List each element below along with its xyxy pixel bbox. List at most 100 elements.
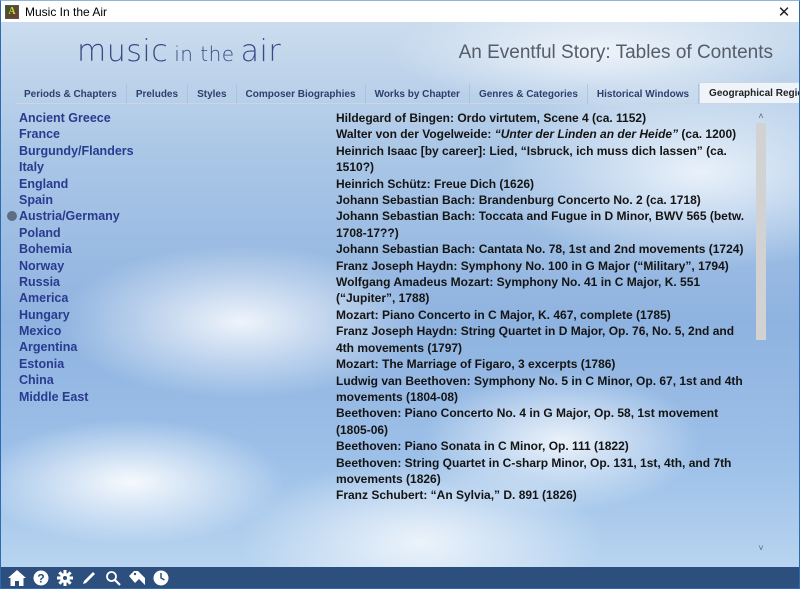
region-label: England [19,176,69,191]
tab-genres-categories[interactable]: Genres & Categories [470,84,588,104]
search-button[interactable] [101,567,125,588]
scroll-up-button[interactable]: ˄ [755,110,767,122]
chevron-down-icon: ˅ [758,543,764,553]
work-item[interactable]: Beethoven: String Quartet in C-sharp Min… [336,455,751,488]
works-scrollbar[interactable]: ˄ ˅ [755,110,767,554]
work-item[interactable]: Walter von der Vogelweide: “Unter der Li… [336,126,751,142]
region-item[interactable]: Hungary [19,307,199,323]
region-item[interactable]: Bohemia [19,241,199,257]
app-window: A Music In the Air ✕ music in the air An… [0,0,800,589]
scroll-thumb[interactable] [756,123,766,340]
region-item[interactable]: Ancient Greece [19,110,199,126]
close-icon: ✕ [777,3,791,21]
work-item[interactable]: Heinrich Schütz: Freue Dich (1626) [336,176,751,192]
region-label: Ancient Greece [19,111,111,125]
work-item[interactable]: Franz Joseph Haydn: Symphony No. 100 in … [336,258,751,274]
region-label: Middle East [19,389,89,404]
region-label: Burgundy/Flanders [19,143,134,158]
region-item[interactable]: Russia [19,274,199,290]
bookmark-tag-icon [129,571,145,585]
region-label: Mexico [19,324,62,339]
work-text-pre: Johann Sebastian Bach: Brandenburg Conce… [336,193,701,208]
tab-preludes[interactable]: Preludes [127,84,189,104]
region-item[interactable]: Mexico [19,323,199,339]
region-item[interactable]: Austria/Germany [7,208,199,224]
work-item[interactable]: Ludwig van Beethoven: Symphony No. 5 in … [336,373,751,406]
region-label: Russia [19,274,60,289]
region-label: Spain [19,192,54,207]
region-item[interactable]: America [19,290,199,306]
bookmark-button[interactable] [125,567,149,588]
region-item[interactable]: Norway [19,258,199,274]
work-item[interactable]: Beethoven: Piano Concerto No. 4 in G Maj… [336,405,751,438]
logo-word-inthe: in the [174,42,235,66]
gear-icon [57,570,73,586]
app-icon: A [5,4,19,19]
region-item[interactable]: Argentina [19,339,199,355]
work-text-pre: Hildegard of Bingen: Ordo virtutem, Scen… [336,111,647,125]
region-item[interactable]: France [19,126,199,142]
settings-button[interactable] [53,567,77,588]
region-label: Poland [19,225,61,240]
window-title: Music In the Air [25,4,108,19]
work-item[interactable]: Mozart: Piano Concerto in C Major, K. 46… [336,307,751,323]
edit-button[interactable] [77,567,101,588]
home-button[interactable] [5,567,29,588]
chevron-up-icon: ˄ [758,111,764,121]
work-item[interactable]: Wolfgang Amadeus Mozart: Symphony No. 41… [336,274,751,307]
region-label: Hungary [19,307,70,322]
region-item[interactable]: Italy [19,159,199,175]
work-item[interactable]: Johann Sebastian Bach: Toccata and Fugue… [336,208,751,241]
tab-styles[interactable]: Styles [188,84,237,104]
region-label: America [19,291,69,306]
work-text-pre: Mozart: Piano Concerto in C Major, K. 46… [336,307,671,322]
region-label: Austria/Germany [19,209,120,224]
work-item[interactable]: Heinrich Isaac [by career]: Lied, “Isbru… [336,143,751,176]
help-button[interactable]: ? [29,567,53,588]
work-text-pre: Beethoven: Piano Sonata in C Minor, Op. … [336,439,629,454]
region-label: Norway [19,258,65,273]
scroll-down-button[interactable]: ˅ [755,542,767,554]
work-text-pre: Franz Schubert: “An Sylvia,” D. 891 (182… [336,488,577,503]
history-button[interactable] [149,567,173,588]
home-icon [8,570,26,586]
work-text-pre: Ludwig van Beethoven: Symphony No. 5 in … [336,373,743,404]
tab-periods-chapters[interactable]: Periods & Chapters [15,84,127,104]
tab-works-by-chapter[interactable]: Works by Chapter [366,84,470,104]
logo-word-air: air [240,34,282,69]
region-item[interactable]: Estonia [19,356,199,372]
logo-word-music: music [77,34,169,69]
work-item[interactable]: Johann Sebastian Bach: Cantata No. 78, 1… [336,241,751,257]
tab-historical-windows[interactable]: Historical Windows [588,84,700,104]
pencil-icon [83,572,95,584]
close-button[interactable]: ✕ [773,1,795,22]
selected-bullet-icon [7,211,17,222]
works-list: Hildegard of Bingen: Ordo virtutem, Scen… [336,110,751,504]
work-item[interactable]: Beethoven: Piano Sonata in C Minor, Op. … [336,438,751,454]
region-item[interactable]: England [19,176,199,192]
search-icon [106,571,121,586]
tab-geographical-regions[interactable]: Geographical Regions [699,82,799,103]
region-list: Ancient Greece France Burgundy/Flanders Ita… [7,110,199,405]
region-item[interactable]: Burgundy/Flanders [19,143,199,159]
work-text-pre: Johann Sebastian Bach: Toccata and Fugue… [336,209,745,240]
work-text-pre: Johann Sebastian Bach: Cantata No. 78, 1… [336,242,744,257]
region-item[interactable]: China [19,372,199,388]
region-label: Italy [19,160,45,175]
work-text-pre: Walter von der Vogelweide: [336,127,495,142]
main-content: music in the air An Eventful Story: Tabl… [1,22,799,567]
work-text-pre: Beethoven: Piano Concerto No. 4 in G Maj… [336,406,719,437]
work-item[interactable]: Johann Sebastian Bach: Brandenburg Conce… [336,192,751,208]
tab-composer-biographies[interactable]: Composer Biographies [237,84,366,104]
work-item[interactable]: Hildegard of Bingen: Ordo virtutem, Scen… [336,110,751,126]
work-item[interactable]: Franz Joseph Haydn: String Quartet in D … [336,323,751,356]
work-item[interactable]: Mozart: The Marriage of Figaro, 3 excerp… [336,356,751,372]
region-label: Argentina [19,340,78,355]
region-item[interactable]: Poland [19,225,199,241]
work-item[interactable]: Franz Schubert: “An Sylvia,” D. 891 (182… [336,487,751,503]
region-item[interactable]: Spain [19,192,199,208]
region-item[interactable]: Middle East [19,389,199,405]
region-label: France [19,127,60,142]
help-icon: ? [33,570,49,586]
work-text-pre: Heinrich Schütz: Freue Dich (1626) [336,176,535,191]
